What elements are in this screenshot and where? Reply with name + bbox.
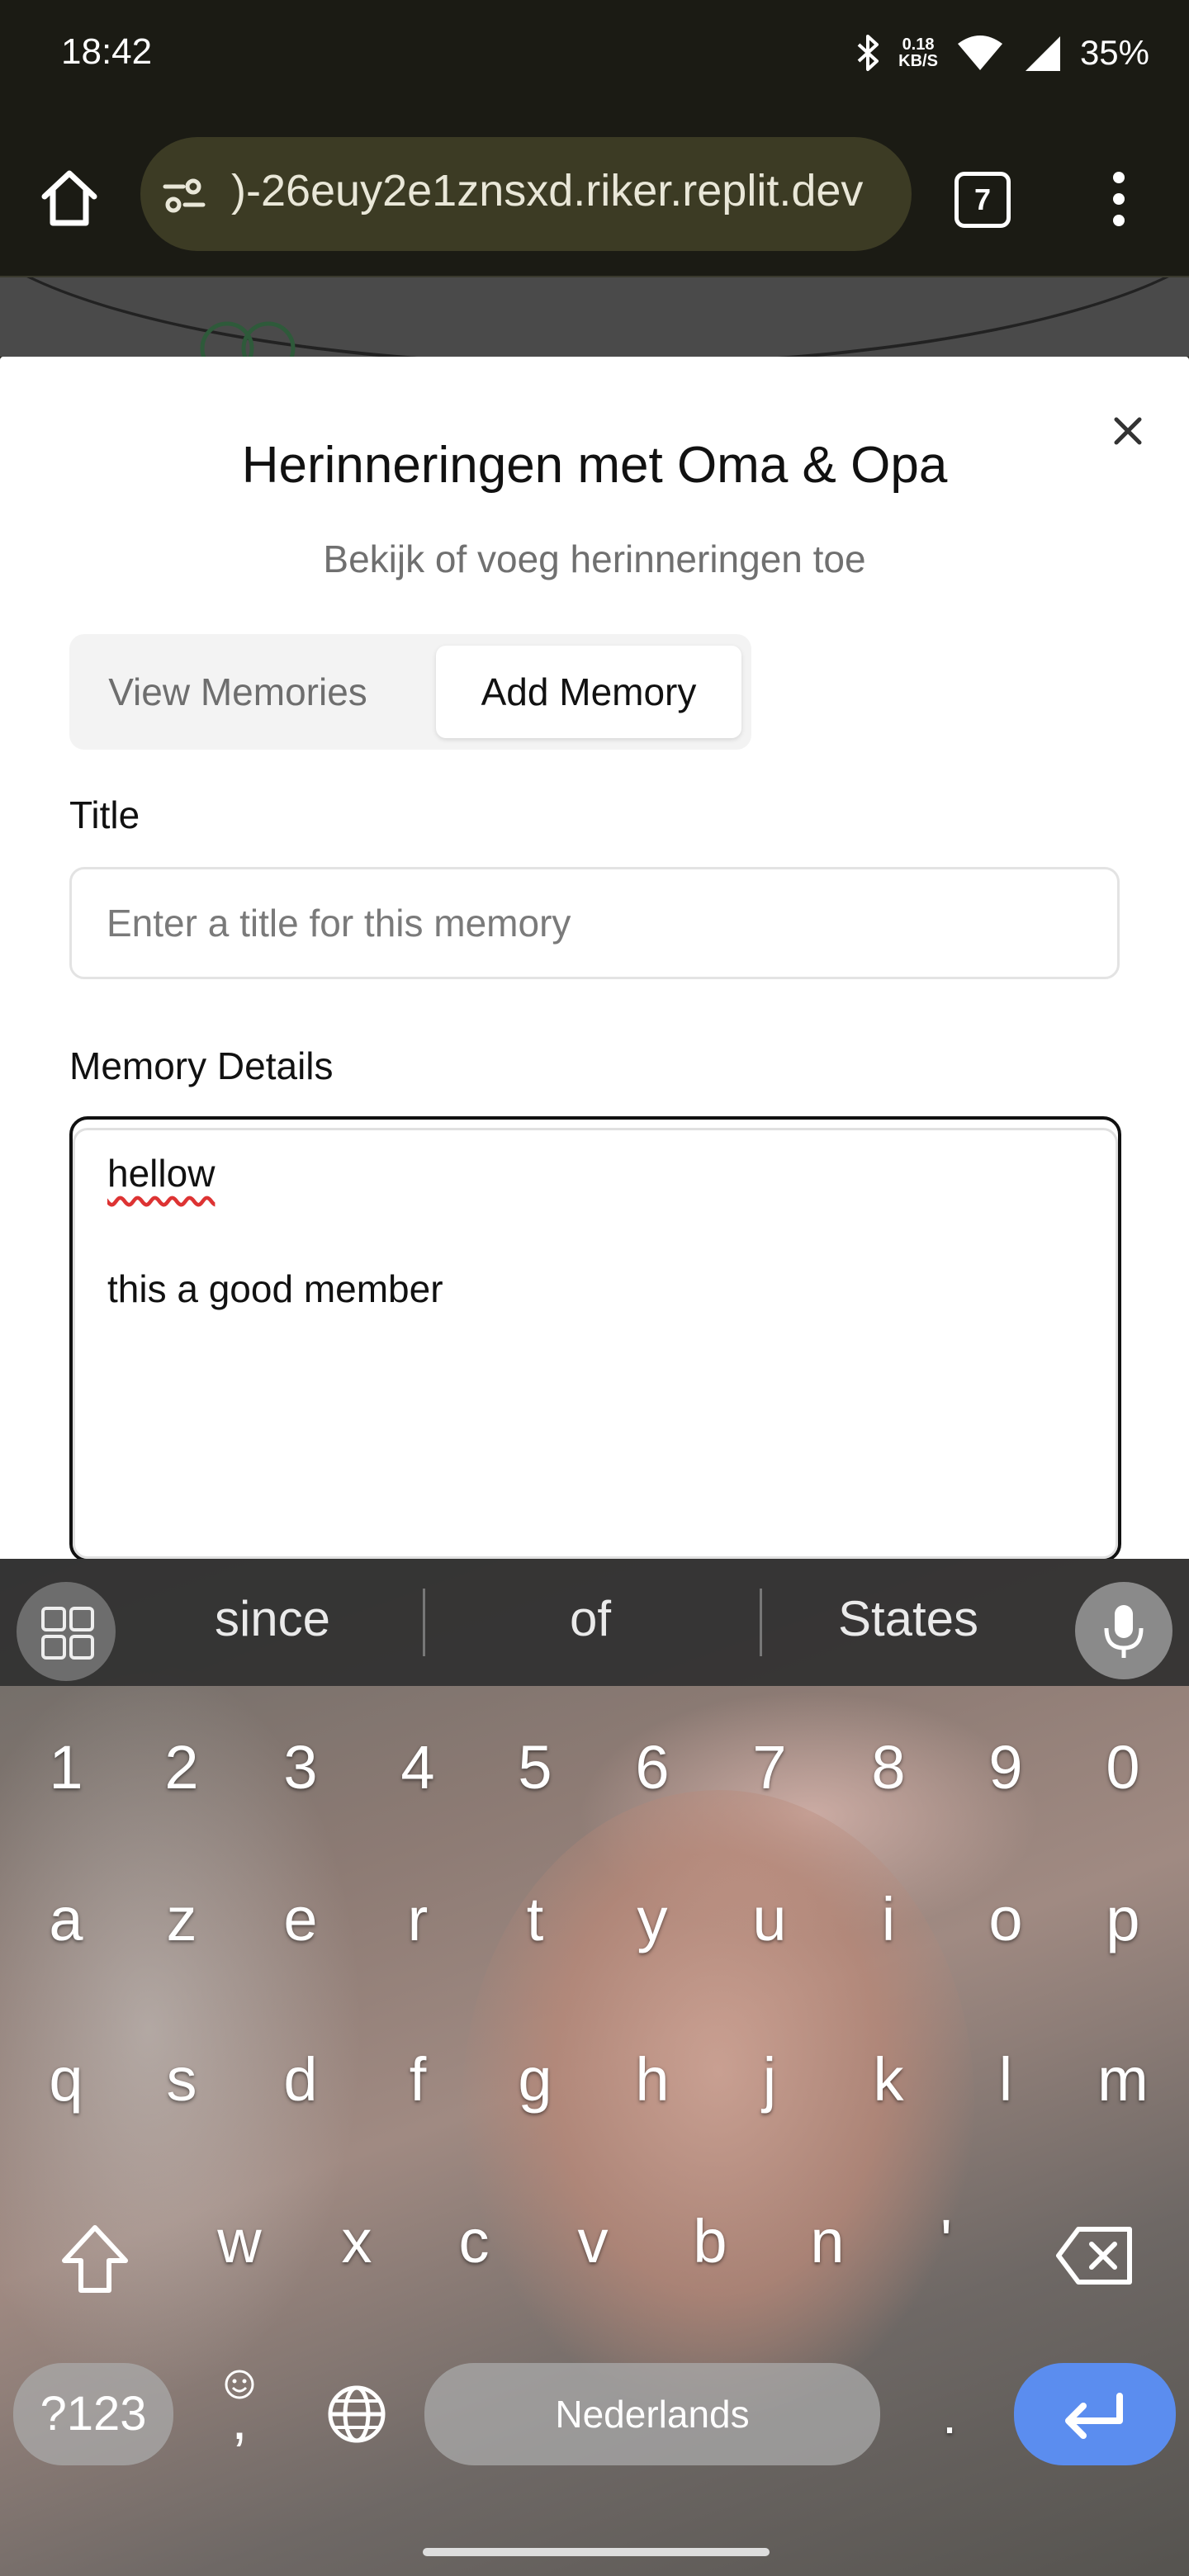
key-x[interactable]: x (307, 2206, 406, 2276)
status-time: 18:42 (61, 31, 153, 72)
key-8[interactable]: 8 (839, 1732, 938, 1802)
key-9[interactable]: 9 (956, 1732, 1055, 1802)
more-options-icon[interactable] (1106, 167, 1131, 233)
period-key[interactable]: . (900, 2384, 999, 2446)
on-screen-keyboard: since of States 1 2 3 4 5 6 7 8 9 0 a z … (0, 1559, 1189, 2576)
enter-key[interactable] (1014, 2363, 1176, 2465)
key-e[interactable]: e (251, 1884, 350, 1954)
key-u[interactable]: u (720, 1884, 819, 1954)
dialog-title: Herinneringen met Oma & Opa (241, 437, 948, 494)
key-b[interactable]: b (661, 2206, 760, 2276)
tab-switcher-button[interactable]: 7 (955, 172, 1011, 228)
battery-level: 35% (1079, 33, 1149, 72)
suggestion-item[interactable]: of (479, 1590, 702, 1647)
key-t[interactable]: t (486, 1884, 585, 1954)
enter-icon (1065, 2393, 1123, 2439)
key-v[interactable]: v (543, 2206, 642, 2276)
textarea-inner-border (73, 1128, 1118, 1559)
space-bar[interactable]: Nederlands (424, 2363, 880, 2465)
key-k[interactable]: k (839, 2044, 938, 2114)
network-rate: 0.18 KB/S (898, 36, 938, 69)
tree-logo-icon (200, 321, 296, 357)
status-bar: 18:42 0.18 KB/S 35% (0, 0, 1189, 107)
suggestion-divider (760, 1589, 762, 1656)
page-backdrop[interactable] (0, 277, 1189, 357)
key-d[interactable]: d (251, 2044, 350, 2114)
key-y[interactable]: y (603, 1884, 702, 1954)
symbols-key[interactable]: ?123 (13, 2363, 173, 2465)
key-i[interactable]: i (839, 1884, 938, 1954)
key-apostrophe[interactable]: ' (897, 2206, 996, 2276)
key-0[interactable]: 0 (1073, 1732, 1172, 1802)
dialog-subtitle: Bekijk of voeg herinneringen toe (323, 537, 866, 580)
browser-toolbar: )-26euy2e1znsxd.riker.replit.dev 7 (0, 107, 1189, 277)
memory-dialog: Herinneringen met Oma & Opa Bekijk of vo… (0, 357, 1189, 1562)
backdrop-arc (0, 277, 1189, 357)
network-rate-unit: KB/S (898, 52, 938, 70)
key-l[interactable]: l (956, 2044, 1055, 2114)
status-icons: 0.18 KB/S 35% (855, 28, 1149, 78)
details-text-line: this a good member (107, 1267, 443, 1310)
key-3[interactable]: 3 (251, 1732, 350, 1802)
url-text[interactable]: )-26euy2e1znsxd.riker.replit.dev (231, 165, 892, 216)
key-h[interactable]: h (603, 2044, 702, 2114)
keyboard-apps-icon[interactable] (17, 1582, 116, 1681)
key-w[interactable]: w (190, 2206, 289, 2276)
suggestion-item[interactable]: States (793, 1590, 1024, 1647)
memory-tabs: View Memories Add Memory (69, 634, 751, 750)
key-6[interactable]: 6 (603, 1732, 702, 1802)
emoji-comma-key[interactable]: , (206, 2368, 272, 2459)
backspace-icon[interactable] (1054, 2224, 1136, 2287)
memory-details-label: Memory Details (69, 1044, 334, 1087)
site-settings-icon[interactable] (162, 173, 206, 218)
key-4[interactable]: 4 (368, 1732, 467, 1802)
tab-add-memory[interactable]: Add Memory (436, 646, 741, 738)
key-s[interactable]: s (132, 2044, 231, 2114)
microphone-icon[interactable] (1075, 1582, 1172, 1679)
details-text-line: hellow (107, 1152, 216, 1195)
language-globe-icon[interactable] (324, 2381, 390, 2447)
suggestion-strip: since of States (0, 1559, 1189, 1686)
title-input[interactable] (69, 867, 1120, 979)
key-p[interactable]: p (1073, 1884, 1172, 1954)
wifi-icon (957, 36, 1002, 70)
key-c[interactable]: c (424, 2206, 523, 2276)
key-g[interactable]: g (486, 2044, 585, 2114)
key-r[interactable]: r (368, 1884, 467, 1954)
key-1[interactable]: 1 (17, 1732, 116, 1802)
key-n[interactable]: n (778, 2206, 877, 2276)
suggestion-divider (423, 1589, 425, 1656)
key-o[interactable]: o (956, 1884, 1055, 1954)
key-z[interactable]: z (132, 1884, 231, 1954)
key-5[interactable]: 5 (486, 1732, 585, 1802)
signal-icon (1025, 36, 1060, 71)
key-f[interactable]: f (368, 2044, 467, 2114)
home-icon[interactable] (36, 165, 102, 231)
key-q[interactable]: q (17, 2044, 116, 2114)
address-bar[interactable]: )-26euy2e1znsxd.riker.replit.dev (140, 137, 912, 251)
key-2[interactable]: 2 (132, 1732, 231, 1802)
network-rate-value: 0.18 (902, 36, 935, 54)
gesture-bar (423, 2548, 770, 2556)
key-m[interactable]: m (1073, 2044, 1172, 2114)
key-a[interactable]: a (17, 1884, 116, 1954)
tab-view-memories[interactable]: View Memories (81, 646, 395, 738)
key-7[interactable]: 7 (720, 1732, 819, 1802)
suggestion-item[interactable]: since (157, 1590, 388, 1647)
comma-key-label: , (231, 2387, 248, 2451)
memory-details-textarea[interactable]: hellow this a good member (69, 1116, 1121, 1562)
title-label: Title (69, 793, 140, 836)
bluetooth-icon (857, 35, 879, 71)
key-j[interactable]: j (720, 2044, 819, 2114)
shift-icon[interactable] (58, 2219, 132, 2302)
